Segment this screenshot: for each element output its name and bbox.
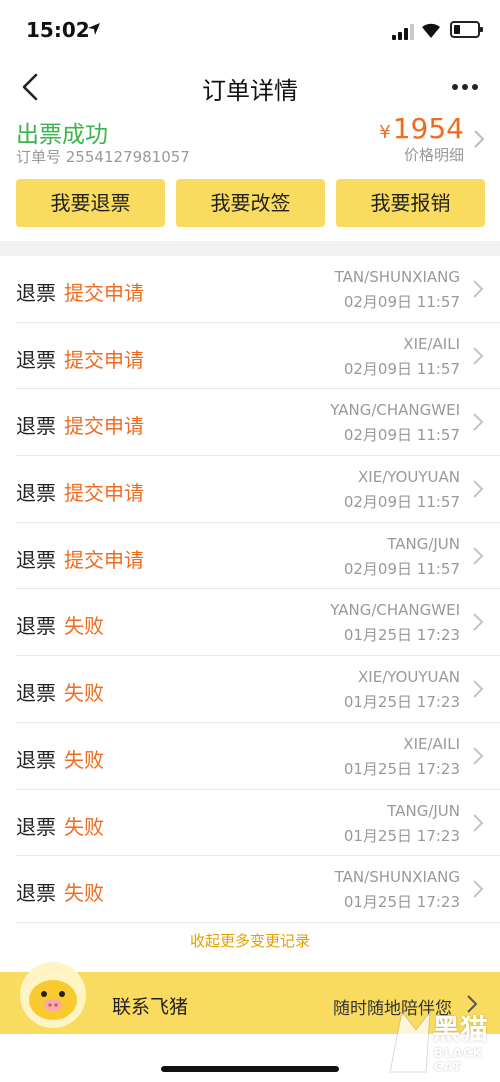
record-state: 提交申请 (64, 414, 144, 439)
record-time: 02月09日 11:57 (343, 293, 460, 311)
record-type: 退票 (16, 681, 56, 706)
record-time: 02月09日 11:57 (343, 559, 460, 578)
record-row[interactable]: 退票 提交申请 YANG/CHANGWEI 02月09日 11:57 (16, 389, 500, 457)
record-state: 失败 (64, 614, 104, 639)
record-row[interactable]: 退票 失败 YANG/CHANGWEI 01月25日 17:23 (16, 589, 500, 657)
passenger-name: TAN/SHUNXIANG (334, 868, 460, 887)
record-state: 失败 (64, 681, 104, 706)
record-state: 提交申请 (64, 347, 144, 372)
passenger-name: TANG/JUN (387, 801, 460, 820)
passenger-name: TANG/JUN (387, 534, 460, 553)
reimburse-button[interactable]: 我要报销 (336, 179, 485, 227)
record-type: 退票 (16, 747, 56, 772)
more-options-icon[interactable] (448, 72, 482, 102)
record-type: 退票 (16, 814, 56, 839)
price-amount: 1954 (392, 112, 464, 145)
battery-icon (450, 21, 483, 38)
record-time: 02月09日 11:57 (343, 359, 460, 378)
page-title: 订单详情 (202, 77, 298, 105)
price-detail-link[interactable]: 价格明细 (404, 144, 464, 165)
collapse-records-link[interactable]: 收起更多变更记录 (0, 930, 500, 951)
record-time: 02月09日 11:57 (343, 493, 460, 512)
record-time: 01月25日 17:23 (343, 893, 460, 912)
order-summary: 出票成功 订单号 2554127981057 ¥1954 价格明细 (0, 110, 500, 170)
contact-fliggy-label: 联系飞猪 (112, 996, 189, 1018)
chevron-right-icon (473, 547, 484, 565)
nav-bar: 订单详情 (0, 58, 500, 114)
passenger-name: XIE/AILI (403, 334, 460, 353)
watermark-text: 黑猫 (432, 1013, 489, 1046)
ticket-status: 出票成功 (16, 122, 108, 148)
record-time: 01月25日 17:23 (343, 759, 460, 778)
passenger-name: YANG/CHANGWEI (330, 401, 460, 420)
passenger-name: XIE/YOUYUAN (358, 468, 460, 487)
change-record-list: 退票 提交申请 TAN/SHUNXIANG 02月09日 11:57 退票 提交申请 XIE… (0, 256, 500, 923)
record-row[interactable]: 退票 失败 TANG/JUN 01月25日 17:23 (16, 790, 500, 857)
order-price[interactable]: ¥1954 (379, 112, 464, 145)
record-state: 提交申请 (64, 281, 144, 305)
change-ticket-button[interactable]: 我要改签 (176, 179, 325, 227)
passenger-name: TAN/SHUNXIANG (334, 268, 460, 286)
chevron-right-icon (473, 680, 484, 698)
home-indicator (161, 1066, 339, 1072)
fliggy-pig-mascot-icon (20, 962, 86, 1028)
chevron-right-icon (473, 880, 484, 898)
record-state: 失败 (64, 881, 104, 906)
record-time: 02月09日 11:57 (343, 426, 460, 445)
refund-button[interactable]: 我要退票 (16, 179, 165, 227)
chevron-right-icon (473, 413, 484, 432)
record-type: 退票 (16, 481, 56, 506)
record-type: 退票 (16, 347, 56, 372)
record-state: 失败 (64, 814, 104, 839)
location-arrow-icon (88, 23, 100, 35)
section-divider (0, 241, 500, 256)
record-row[interactable]: 退票 失败 XIE/YOUYUAN 01月25日 17:23 (16, 656, 500, 723)
status-time: 15:02 (26, 18, 90, 42)
status-bar: 15:02 (0, 0, 500, 58)
record-row[interactable]: 退票 提交申请 TAN/SHUNXIANG 02月09日 11:57 (16, 256, 500, 323)
chevron-right-icon (473, 613, 484, 632)
record-time: 01月25日 17:23 (343, 693, 460, 712)
chevron-right-icon (473, 747, 484, 765)
record-time: 01月25日 17:23 (343, 626, 460, 645)
order-number: 订单号 2554127981057 (16, 148, 190, 166)
record-state: 提交申请 (64, 481, 144, 506)
chevron-right-icon (473, 280, 484, 298)
record-type: 退票 (16, 547, 56, 572)
record-row[interactable]: 退票 提交申请 XIE/AILI 02月09日 11:57 (16, 323, 500, 390)
record-type: 退票 (16, 281, 56, 305)
record-row[interactable]: 退票 失败 XIE/AILI 01月25日 17:23 (16, 723, 500, 790)
record-type: 退票 (16, 414, 56, 439)
record-row[interactable]: 退票 提交申请 TANG/JUN 02月09日 11:57 (16, 523, 500, 590)
chevron-right-icon (473, 480, 484, 498)
record-type: 退票 (16, 614, 56, 639)
chevron-right-icon (473, 813, 484, 832)
passenger-name: XIE/YOUYUAN (358, 668, 460, 687)
chevron-right-icon[interactable] (472, 128, 486, 150)
record-type: 退票 (16, 881, 56, 906)
passenger-name: YANG/CHANGWEI (330, 601, 460, 620)
cellular-signal-icon (392, 24, 414, 40)
watermark-subtext: BLACK CAT (434, 1046, 484, 1074)
record-state: 失败 (64, 747, 104, 772)
action-buttons: 我要退票 我要改签 我要报销 (0, 179, 500, 227)
record-row[interactable]: 退票 提交申请 XIE/YOUYUAN 02月09日 11:57 (16, 456, 500, 523)
record-state: 提交申请 (64, 547, 144, 572)
record-time: 01月25日 17:23 (343, 826, 460, 845)
chevron-right-icon (473, 346, 484, 365)
currency-symbol: ¥ (379, 122, 391, 143)
passenger-name: XIE/AILI (403, 734, 460, 753)
wifi-icon (422, 23, 440, 38)
record-row[interactable]: 退票 失败 TAN/SHUNXIANG 01月25日 17:23 (16, 856, 500, 923)
